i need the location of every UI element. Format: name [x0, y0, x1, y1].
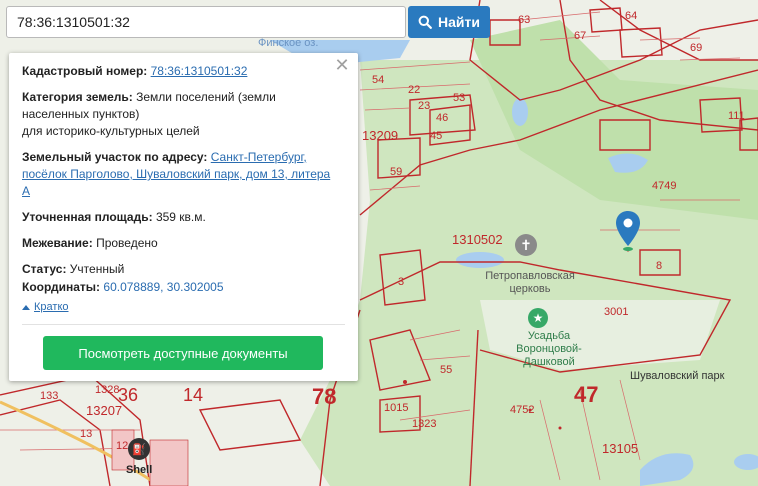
parcel-label: 133 [40, 390, 59, 402]
category-label: Категория земель: [22, 90, 133, 104]
parcel-label: 69 [690, 42, 703, 54]
category-row: Категория земель: Земли поселений (земли… [22, 89, 344, 140]
district-label: 47 [574, 382, 599, 407]
parcel-label: 3001 [604, 306, 629, 318]
search-button[interactable]: Найти [408, 6, 490, 38]
survey-label: Межевание: [22, 236, 93, 250]
status-row: Статус: Учтенный [22, 261, 344, 278]
collapse-label: Кратко [34, 301, 69, 313]
parcel-label: 64 [625, 10, 638, 22]
parcel-label: 55 [440, 364, 453, 376]
parcel-label: 53 [453, 92, 466, 104]
parcel-info-panel: ✕ Кадастровый номер: 78:36:1310501:32 Ка… [9, 53, 358, 381]
lake-label: Финское оз. [258, 37, 319, 49]
parcel-label: 3 [398, 276, 405, 288]
quarter-label: 13105 [602, 441, 639, 456]
parcel-label: 54 [372, 74, 385, 86]
parcel-label: 59 [390, 166, 403, 178]
survey-value: Проведено [96, 236, 158, 250]
address-link-line1[interactable]: Санкт-Петербург, [211, 150, 307, 164]
parcel-label: 22 [408, 84, 421, 96]
fuel-icon[interactable]: ⛽ [128, 438, 150, 460]
parcel-label: 1328 [95, 384, 120, 396]
status-label: Статус: [22, 262, 67, 276]
address-link-line2[interactable]: посёлок Парголово, Шуваловский парк, дом… [22, 167, 330, 181]
parcel-label: 111 [728, 110, 745, 122]
coords-row: Координаты: 60.078889, 30.302005 [22, 279, 344, 296]
divider [22, 324, 345, 325]
chevron-up-icon [22, 305, 30, 310]
view-documents-button[interactable]: Посмотреть доступные документы [43, 336, 323, 370]
search-input[interactable] [6, 6, 406, 38]
area-label: Уточненная площадь: [22, 210, 153, 224]
district-label: 78 [312, 384, 337, 409]
close-icon[interactable]: ✕ [334, 56, 350, 74]
address-label: Земельный участок по адресу: [22, 150, 208, 164]
poi-park-label: Шуваловский парк [630, 370, 725, 382]
parcel-label: 1323 [412, 418, 437, 430]
survey-row: Межевание: Проведено [22, 235, 344, 252]
parcel-label: 63 [518, 14, 531, 26]
area-value: 359 кв.м. [155, 210, 206, 224]
cadastral-link[interactable]: 78:36:1310501:32 [151, 64, 248, 78]
poi-estate-label: Усадьба Воронцовой-Дашковой [516, 330, 582, 368]
quarter-label: 13207 [86, 403, 123, 418]
address-link-line3[interactable]: А [22, 184, 30, 198]
coords-label: Координаты: [22, 280, 101, 294]
parcel-label: 23 [418, 100, 431, 112]
cadastral-label: Кадастровый номер: [22, 64, 148, 78]
parcel-label: 4752 [510, 404, 535, 416]
status-value: Учтенный [69, 262, 125, 276]
quarter-label: 1310502 [452, 232, 503, 247]
category-value-line2: населенных пунктов) [22, 107, 140, 121]
parcel-label: 1015 [384, 402, 409, 414]
collapse-toggle[interactable]: Кратко [22, 299, 344, 316]
parcel-label: 36 [118, 385, 139, 405]
parcel-label: 13 [80, 428, 93, 440]
star-icon[interactable]: ★ [528, 308, 548, 328]
parcel-label: 4749 [652, 180, 677, 192]
search-button-label: Найти [438, 14, 480, 30]
category-value-line3: для историко-культурных целей [22, 124, 200, 138]
search-icon [418, 15, 432, 29]
parcel-label: 67 [574, 30, 587, 42]
poi-church-label: Петропавловская церковь [485, 270, 575, 295]
address-row: Земельный участок по адресу: Санкт-Петер… [22, 149, 344, 200]
quarter-label: 13209 [362, 128, 399, 143]
cadastral-row: Кадастровый номер: 78:36:1310501:32 [22, 63, 344, 80]
parcel-label: 46 [436, 112, 449, 124]
parcel-label: 45 [430, 130, 443, 142]
coords-value[interactable]: 60.078889, 30.302005 [103, 280, 223, 294]
church-icon[interactable]: ✝ [515, 234, 537, 256]
search-bar [6, 6, 406, 38]
location-marker-icon[interactable] [615, 210, 641, 252]
category-value-line1: Земли поселений (земли [136, 90, 276, 104]
parcel-label: 14 [183, 385, 204, 405]
poi-shell-label: Shell [126, 464, 153, 476]
area-row: Уточненная площадь: 359 кв.м. [22, 209, 344, 226]
parcel-label: 8 [656, 260, 663, 272]
